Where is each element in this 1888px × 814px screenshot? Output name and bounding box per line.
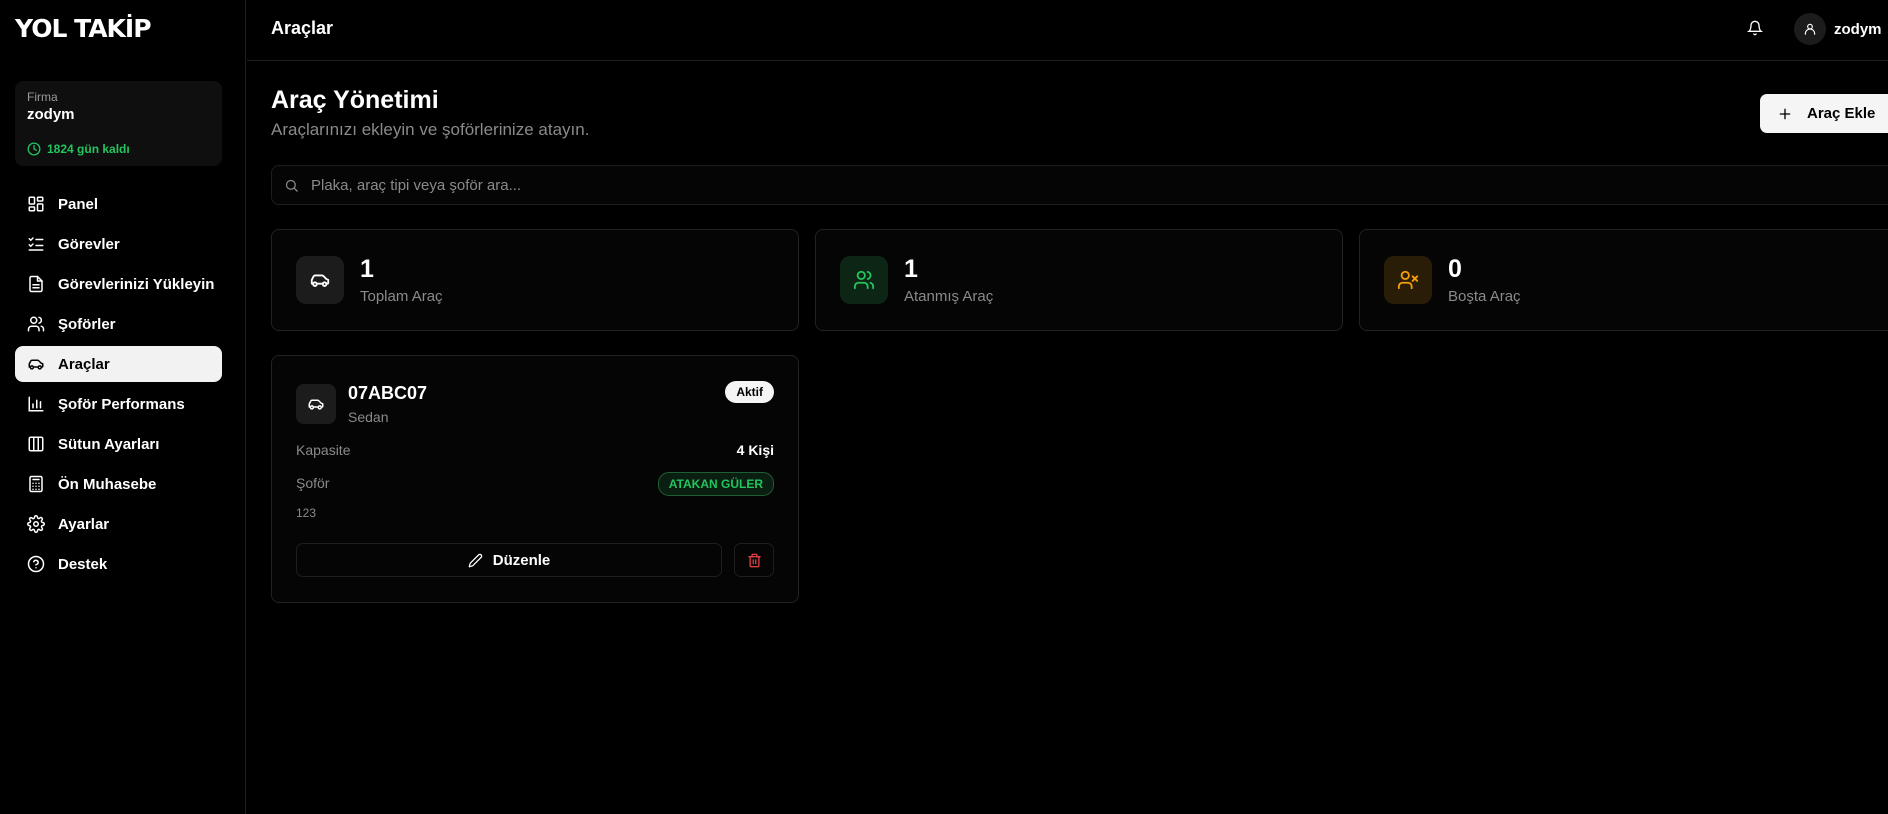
delete-vehicle-button[interactable] [734, 543, 774, 577]
sidebar-item-on-muhasebe[interactable]: Ön Muhasebe [15, 466, 222, 502]
sidebar: YOL TAKİP Firma zodym 1824 gün kaldı Pan… [0, 0, 246, 814]
stat-value: 0 [1448, 255, 1462, 283]
capacity-value: 4 Kişi [736, 442, 774, 458]
status-badge: Aktif [725, 381, 774, 403]
stat-card-assigned: 1 Atanmış Araç [815, 229, 1343, 331]
sidebar-item-label: Görevler [58, 235, 120, 253]
stat-label: Atanmış Araç [904, 288, 994, 305]
sidebar-item-label: Sütun Ayarları [58, 435, 160, 453]
stat-icon-box [840, 256, 888, 304]
search-input[interactable] [311, 176, 1811, 194]
stat-icon-box [1384, 256, 1432, 304]
company-card: Firma zodym 1824 gün kaldı [15, 81, 222, 166]
days-left-text: 1824 gün kaldı [47, 142, 130, 156]
search-bar [271, 165, 1888, 205]
list-checks-icon [27, 235, 45, 253]
user-menu[interactable]: zodym [1794, 13, 1882, 45]
trash-icon [747, 553, 762, 568]
avatar [1794, 13, 1826, 45]
subscription-days: 1824 gün kaldı [27, 142, 130, 156]
sidebar-item-label: Görevlerinizi Yükleyin [58, 275, 215, 293]
sidebar-item-gorevler[interactable]: Görevler [15, 226, 222, 262]
vehicle-card: 07ABC07 Sedan Aktif Kapasite 4 Kişi Şofö… [271, 355, 799, 603]
vehicle-plate: 07ABC07 [348, 383, 428, 403]
vehicle-type: Sedan [348, 409, 389, 425]
username: zodym [1834, 20, 1882, 38]
stat-card-total: 1 Toplam Araç [271, 229, 799, 331]
sidebar-item-sofor-performans[interactable]: Şoför Performans [15, 386, 222, 422]
sidebar-item-label: Ön Muhasebe [58, 475, 157, 493]
edit-label: Düzenle [492, 551, 551, 569]
sidebar-item-ayarlar[interactable]: Ayarlar [15, 506, 222, 542]
app-logo[interactable]: YOL TAKİP [15, 14, 152, 43]
driver-badge: ATAKAN GÜLER [657, 472, 774, 496]
users-icon [27, 315, 45, 333]
stat-value: 1 [904, 255, 918, 283]
plus-icon [1777, 106, 1793, 122]
car-icon [27, 355, 45, 373]
add-vehicle-button[interactable]: Araç Ekle [1760, 94, 1888, 133]
stat-label: Toplam Araç [360, 288, 443, 305]
stat-card-idle: 0 Boşta Araç [1359, 229, 1888, 331]
sidebar-item-panel[interactable]: Panel [15, 186, 222, 222]
car-icon [307, 395, 325, 413]
sidebar-item-label: Destek [58, 555, 108, 573]
notifications-button[interactable] [1747, 20, 1763, 36]
sidebar-item-sutun-ayarlari[interactable]: Sütun Ayarları [15, 426, 222, 462]
page-title: Araç Yönetimi [271, 86, 439, 114]
sidebar-item-gorev-yukle[interactable]: Görevlerinizi Yükleyin [15, 266, 222, 302]
driver-label: Şoför [296, 475, 330, 491]
pencil-icon [468, 553, 483, 568]
sidebar-item-label: Ayarlar [58, 515, 110, 533]
vehicle-note: 123 [296, 506, 317, 520]
clock-icon [27, 142, 41, 156]
sidebar-item-label: Şoförler [58, 315, 116, 333]
car-icon [309, 269, 331, 291]
capacity-label: Kapasite [296, 442, 351, 458]
sidebar-nav: Panel Görevler Görevlerinizi Yükleyin Şo… [15, 186, 222, 586]
sidebar-item-label: Araçlar [58, 355, 110, 373]
header-title: Araçlar [271, 18, 334, 38]
calculator-icon [27, 475, 45, 493]
sidebar-item-label: Şoför Performans [58, 395, 185, 413]
company-label: Firma [27, 90, 58, 104]
page-subtitle: Araçlarınızı ekleyin ve şoförlerinize at… [271, 120, 590, 139]
stat-icon-box [296, 256, 344, 304]
file-text-icon [27, 275, 45, 293]
user-x-icon [1397, 269, 1419, 291]
search-icon [284, 178, 299, 193]
columns-icon [27, 435, 45, 453]
user-icon [1803, 22, 1817, 36]
bell-icon [1747, 20, 1763, 36]
company-name: zodym [27, 106, 75, 123]
help-circle-icon [27, 555, 45, 573]
sidebar-item-label: Panel [58, 195, 99, 213]
edit-vehicle-button[interactable]: Düzenle [296, 543, 722, 577]
stat-label: Boşta Araç [1448, 288, 1521, 305]
sidebar-item-destek[interactable]: Destek [15, 546, 222, 582]
stat-value: 1 [360, 255, 374, 283]
sidebar-item-soforler[interactable]: Şoförler [15, 306, 222, 342]
gear-icon [27, 515, 45, 533]
bar-chart-icon [27, 395, 45, 413]
vehicle-icon-box [296, 384, 336, 424]
users-icon [853, 269, 875, 291]
sidebar-item-araclar[interactable]: Araçlar [15, 346, 222, 382]
top-header: Araçlar zodym [247, 0, 1888, 61]
add-vehicle-label: Araç Ekle [1807, 105, 1876, 122]
layout-dashboard-icon [27, 195, 45, 213]
